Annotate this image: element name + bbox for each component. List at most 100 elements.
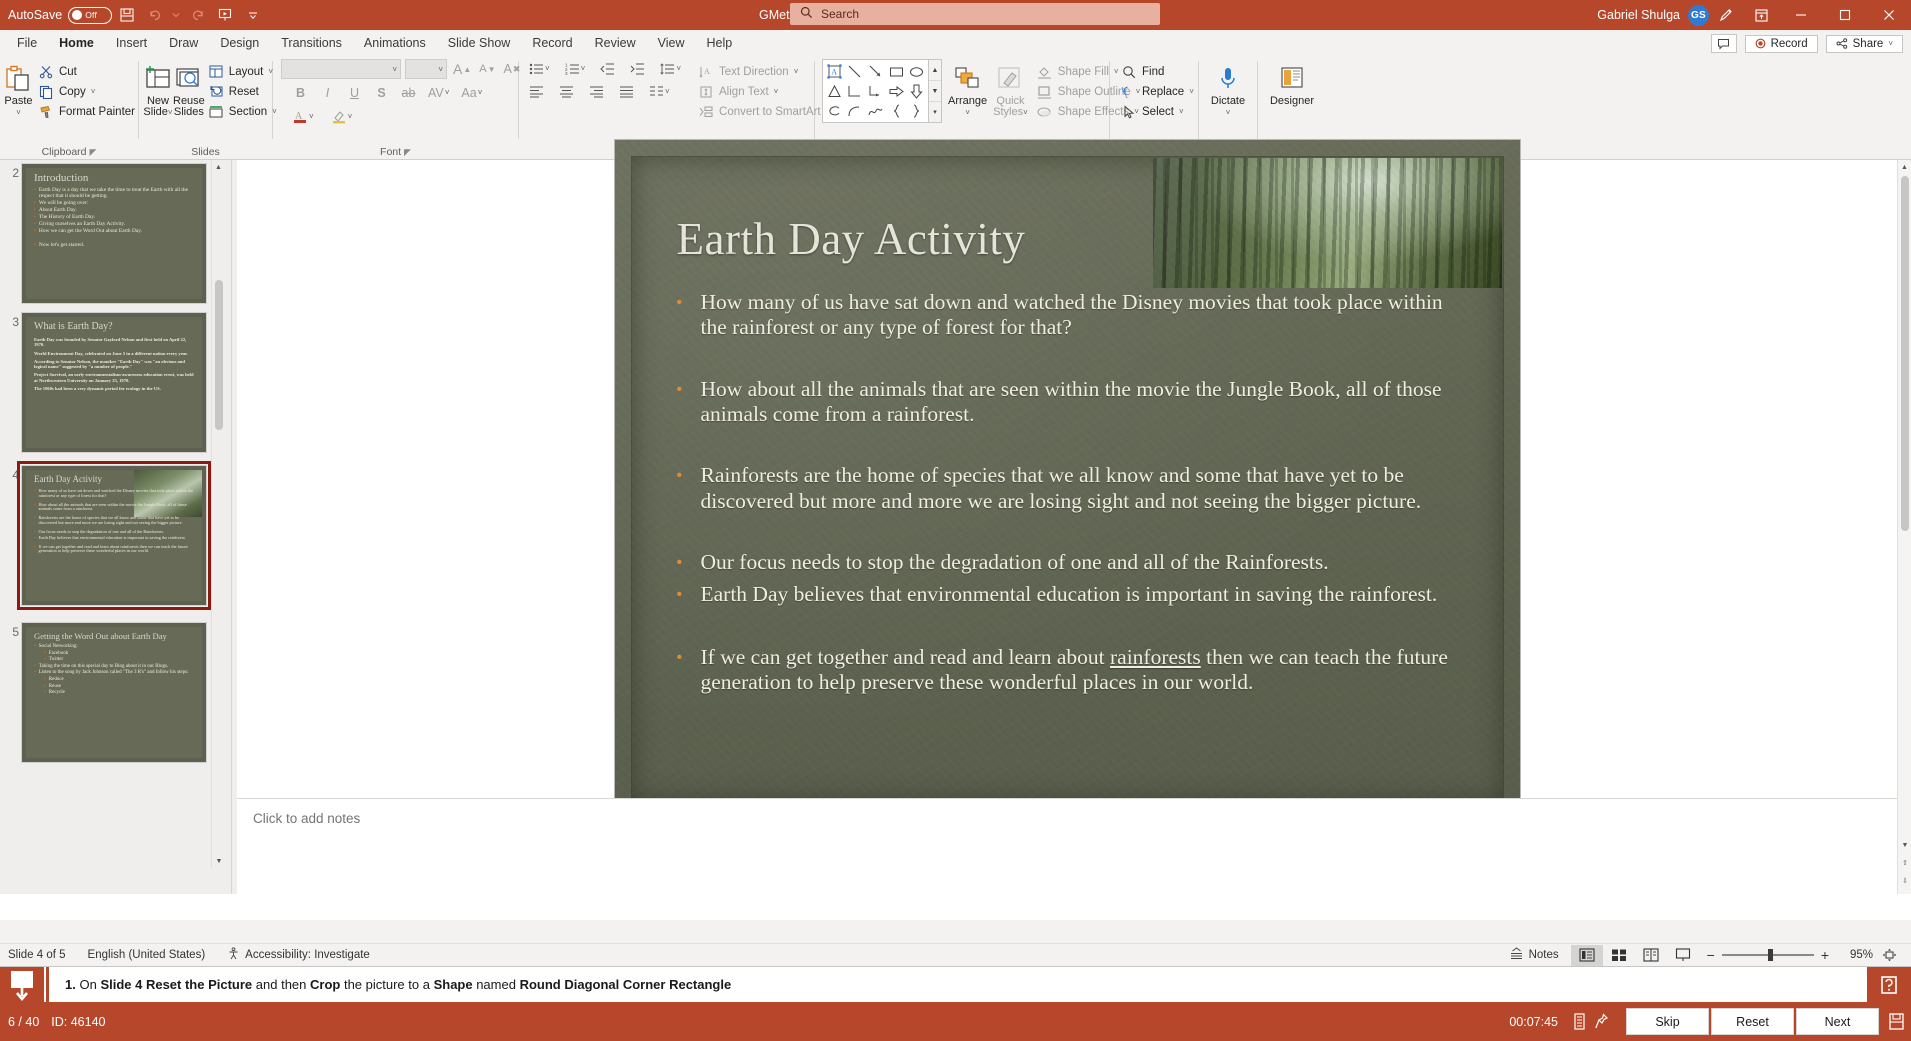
shape-freeform-icon[interactable] [865, 101, 886, 121]
slide-scroll-down-icon[interactable]: ▼ [1898, 838, 1911, 852]
undo-dropdown-icon[interactable] [170, 3, 182, 27]
zoom-out-button[interactable]: − [1707, 947, 1715, 963]
search-input[interactable]: Search [821, 7, 859, 21]
thumbnail-slide-3[interactable]: What is Earth Day? Earth Day was founded… [22, 313, 206, 452]
justify-button[interactable] [617, 82, 636, 101]
shape-down-arrow-icon[interactable] [906, 81, 927, 101]
columns-button[interactable]: ˅ [647, 82, 672, 101]
character-spacing-button[interactable]: AV˅ [426, 83, 451, 102]
previous-slide-button[interactable]: ⇧ [1898, 856, 1911, 870]
customize-quick-access-icon[interactable] [240, 3, 266, 27]
accessibility-status[interactable]: Accessibility: Investigate [227, 947, 370, 963]
shape-triangle-icon[interactable] [824, 81, 845, 101]
font-color-button[interactable]: A ˅ [291, 107, 316, 126]
share-chevron-icon[interactable]: ˅ [1888, 39, 1893, 48]
slide-counter[interactable]: Slide 4 of 5 [8, 949, 66, 961]
tab-draw[interactable]: Draw [158, 33, 209, 55]
align-left-button[interactable] [527, 82, 546, 101]
shapes-more-icon[interactable]: ▾ [929, 102, 941, 122]
search-box[interactable]: Search [790, 3, 1160, 25]
notes-pane[interactable]: Click to add notes [237, 798, 1897, 894]
view-normal-button[interactable] [1571, 945, 1603, 966]
tab-file[interactable]: File [6, 33, 48, 55]
font-face-dropdown-icon[interactable]: ˅ [392, 65, 397, 74]
autosave-toggle[interactable]: Off [68, 7, 112, 24]
next-slide-button[interactable]: ⇩ [1898, 874, 1911, 888]
notes-toggle-button[interactable]: Notes [1497, 947, 1571, 963]
thumbnail-slide-3-row[interactable]: 3 What is Earth Day? Earth Day was found… [22, 313, 225, 452]
reset-button[interactable]: Reset [1711, 1008, 1794, 1035]
shape-elbow-arrow-icon[interactable] [865, 81, 886, 101]
underline-button[interactable]: U [345, 83, 364, 102]
share-button[interactable]: Share ˅ [1826, 35, 1903, 53]
tab-review[interactable]: Review [584, 33, 647, 55]
shape-elbow-connector-icon[interactable] [845, 81, 866, 101]
thumbnail-scroll-down-icon[interactable]: ▼ [212, 854, 225, 868]
slide-editing-area[interactable]: Earth Day Activity • How many of us have… [237, 160, 1897, 798]
clipboard-dialog-launcher[interactable]: ◤ [90, 147, 97, 158]
question-list-icon[interactable] [1568, 1002, 1590, 1041]
shape-oval-icon[interactable] [906, 61, 927, 81]
zoom-in-button[interactable]: + [1821, 947, 1829, 963]
replace-dropdown-icon[interactable]: ˅ [1189, 87, 1194, 96]
next-button[interactable]: Next [1796, 1008, 1879, 1035]
thumbnail-slide-2[interactable]: Introduction ▪Earth Day is a day that we… [22, 164, 206, 303]
convert-to-smartart-button[interactable]: Convert to SmartArt ˅ [695, 102, 833, 121]
shape-right-arrow-icon[interactable] [886, 81, 907, 101]
thumbnail-slide-5[interactable]: Getting the Word Out about Earth Day ▪So… [22, 623, 206, 762]
arrange-button[interactable]: Arrange ˅ [948, 59, 987, 117]
italic-button[interactable]: I [318, 83, 337, 102]
thumbnail-slide-4[interactable]: Earth Day Activity ▪How many of us have … [22, 466, 206, 605]
shape-curve-icon[interactable] [845, 101, 866, 121]
font-size-dropdown-icon[interactable]: ˅ [438, 65, 443, 74]
line-spacing-button[interactable]: ˅ [658, 59, 683, 78]
view-slideshow-button[interactable] [1667, 945, 1699, 966]
view-slide-sorter-button[interactable] [1603, 945, 1635, 966]
slide-thumbnail-pane[interactable]: 2 Introduction ▪Earth Day is a day that … [0, 160, 225, 894]
paste-dropdown-icon[interactable]: ˅ [16, 108, 21, 117]
change-case-button[interactable]: Aa˅ [459, 83, 484, 102]
thumbnail-scroll-thumb[interactable] [215, 280, 223, 430]
numbering-button[interactable]: 123 ˅ [563, 59, 588, 78]
close-button[interactable] [1867, 0, 1911, 30]
text-shadow-button[interactable]: S [372, 83, 391, 102]
format-painter-button[interactable]: Format Painter [35, 102, 138, 121]
comments-icon[interactable] [1711, 34, 1737, 53]
slide-picture[interactable] [1153, 158, 1502, 288]
text-direction-button[interactable]: A Text Direction ˅ [695, 62, 833, 81]
shapes-scroll-up-icon[interactable]: ▲ [929, 60, 941, 81]
tab-help[interactable]: Help [695, 33, 743, 55]
shape-right-brace-icon[interactable] [906, 101, 927, 121]
shape-text-box-icon[interactable]: A [824, 61, 845, 81]
increase-font-size-button[interactable]: A▲ [451, 60, 473, 79]
maximize-button[interactable] [1823, 0, 1867, 30]
arrange-dropdown-icon[interactable]: ˅ [965, 108, 970, 117]
zoom-knob[interactable] [1768, 949, 1773, 961]
find-button[interactable]: Find [1118, 62, 1197, 81]
align-text-dropdown-icon[interactable]: ˅ [774, 87, 779, 96]
paste-button[interactable]: Paste ˅ [4, 59, 33, 117]
zoom-percent[interactable]: 95% [1837, 949, 1873, 961]
slide-area-scrollbar[interactable]: ▲ ▼ ⇧ ⇩ [1897, 160, 1911, 894]
align-center-button[interactable] [557, 82, 576, 101]
new-slide-button[interactable]: New Slide˅ [143, 59, 173, 118]
ink-pen-icon[interactable] [1709, 0, 1743, 30]
record-button[interactable]: Record [1745, 35, 1818, 53]
decrease-font-size-button[interactable]: A▼ [477, 60, 497, 79]
save-icon[interactable] [114, 3, 140, 27]
shape-line-icon[interactable] [845, 61, 866, 81]
shape-rectangle-icon[interactable] [886, 61, 907, 81]
slide-title[interactable]: Earth Day Activity [677, 213, 1026, 265]
cut-button[interactable]: Cut [35, 62, 138, 81]
zoom-track[interactable] [1722, 954, 1814, 956]
tab-transitions[interactable]: Transitions [270, 33, 353, 55]
strikethrough-button[interactable]: ab [399, 83, 418, 102]
font-dialog-launcher[interactable]: ◤ [404, 147, 411, 158]
minimize-button[interactable] [1779, 0, 1823, 30]
decrease-indent-button[interactable] [598, 59, 617, 78]
bold-button[interactable]: B [291, 83, 310, 102]
tab-view[interactable]: View [647, 33, 696, 55]
copy-dropdown-icon[interactable]: ˅ [91, 87, 96, 96]
replace-button[interactable]: bc Replace ˅ [1118, 82, 1197, 101]
shapes-gallery[interactable]: A [822, 59, 929, 123]
